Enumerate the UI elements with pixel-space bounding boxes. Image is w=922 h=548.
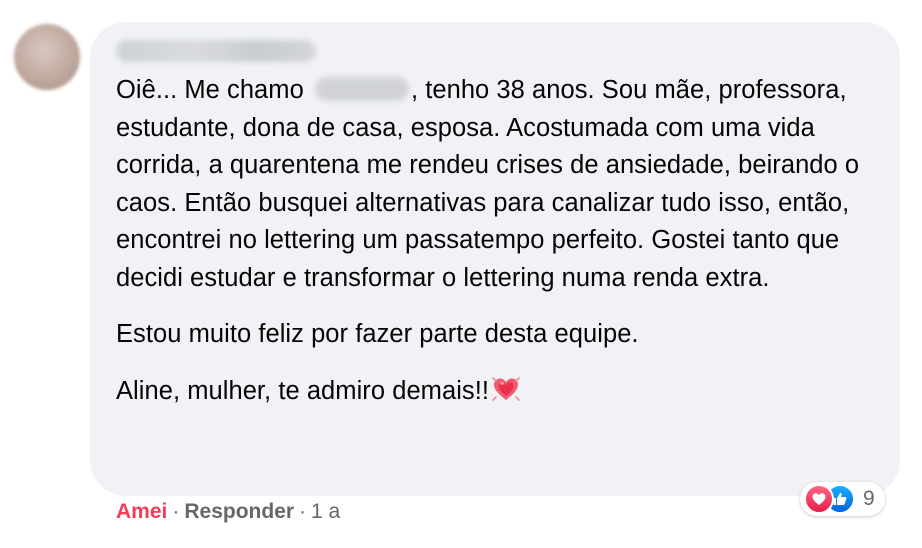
comment-text: Oiê... Me chamo , tenho 38 anos. Sou mãe… [116, 72, 886, 410]
comment-paragraph-1: Oiê... Me chamo , tenho 38 anos. Sou mãe… [116, 72, 886, 297]
comment-text-closing: Aline, mulher, te admiro demais!! [116, 376, 489, 405]
comment-text-story: , tenho 38 anos. Sou mãe, professora, es… [116, 76, 860, 292]
love-reaction-icon [804, 484, 834, 514]
reactions-summary[interactable]: 9 [800, 482, 885, 516]
comment-actions: Amei · Responder · 1 a [116, 500, 340, 524]
redacted-name [314, 77, 409, 101]
separator-dot: · [172, 500, 180, 523]
comment-paragraph-3: Aline, mulher, te admiro demais!! [116, 373, 886, 411]
reply-button[interactable]: Responder [184, 500, 294, 523]
author-name-redacted[interactable] [116, 40, 316, 62]
separator-dot: · [299, 500, 307, 523]
comment-text-intro: Oiê... Me chamo [116, 76, 311, 104]
growing-heart-emoji-icon [491, 374, 521, 404]
reaction-count: 9 [863, 487, 875, 510]
comment-timestamp[interactable]: 1 a [311, 500, 340, 523]
author-avatar[interactable] [14, 24, 80, 90]
love-reaction-button[interactable]: Amei [116, 500, 167, 523]
comment-paragraph-2: Estou muito feliz por fazer parte desta … [116, 320, 639, 348]
